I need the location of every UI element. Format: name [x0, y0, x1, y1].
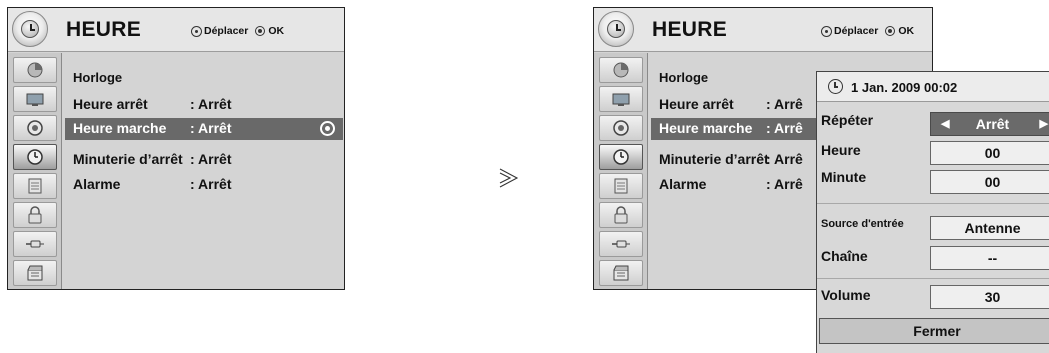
minute-field[interactable]: 00 — [930, 170, 1049, 194]
move-icon — [191, 25, 202, 37]
volume-label: Volume — [821, 287, 871, 303]
current-datetime: 1 Jan. 2009 00:02 — [851, 80, 958, 95]
repeat-selector[interactable]: ◀ Arrêt ▶ — [930, 112, 1049, 136]
arrow-left-icon[interactable]: ◀ — [941, 113, 949, 135]
repeat-value: Arrêt — [975, 116, 1010, 132]
menu-item-minuterie-value: : Arrêt — [190, 151, 232, 167]
menu-item-alarme-value: : Arrê — [766, 176, 803, 192]
menu-item-heure-arret-value: : Arrêt — [190, 96, 232, 112]
menu-item-horloge[interactable]: Horloge — [73, 70, 122, 85]
menu-item-heure-marche-highlight[interactable]: Heure marche : Arrê — [651, 118, 819, 140]
menu-item-heure-arret-value: : Arrê — [766, 96, 803, 112]
hint-move-label: Déplacer — [204, 25, 249, 37]
navigation-hint: Déplacer OK — [821, 25, 914, 37]
volume-field[interactable]: 30 — [930, 285, 1049, 309]
move-icon — [821, 25, 832, 37]
divider — [817, 278, 1049, 279]
selected-radio-icon — [320, 121, 335, 136]
menu-title: HEURE — [66, 18, 142, 41]
sidebar — [8, 53, 62, 289]
sidebar — [594, 53, 648, 289]
channel-field[interactable]: -- — [930, 246, 1049, 270]
media-icon[interactable] — [599, 260, 643, 286]
input-source-label: Source d'entrée — [821, 218, 904, 230]
channel-label: Chaîne — [821, 248, 868, 264]
menu-item-heure-arret[interactable]: Heure arrêt — [73, 96, 148, 112]
menu-item-heure-marche-value: : Arrê — [766, 120, 803, 136]
menu-item-alarme[interactable]: Alarme — [73, 176, 120, 192]
hint-move-label: Déplacer — [834, 25, 879, 37]
menu-item-heure-marche-highlight[interactable]: Heure marche : Arrêt — [65, 118, 343, 140]
audio-icon[interactable] — [13, 115, 57, 141]
menu-title: HEURE — [652, 18, 728, 41]
hour-label: Heure — [821, 142, 861, 158]
menu-header: HEURE Déplacer OK — [594, 8, 932, 52]
lock-icon[interactable] — [599, 202, 643, 228]
menu-item-minuterie-value: : Arrê — [766, 151, 803, 167]
lock-icon[interactable] — [13, 202, 57, 228]
menu-item-heure-arret[interactable]: Heure arrêt — [659, 96, 734, 112]
option-icon[interactable] — [599, 173, 643, 199]
close-button[interactable]: Fermer — [819, 318, 1049, 344]
arrow-right-icon[interactable]: ▶ — [1040, 113, 1048, 135]
time-menu-left: HEURE Déplacer OK Horloge Heure arrêt: … — [7, 7, 345, 290]
audio-icon[interactable] — [599, 115, 643, 141]
input-source-field[interactable]: Antenne — [930, 216, 1049, 240]
menu-item-alarme[interactable]: Alarme — [659, 176, 706, 192]
divider — [817, 203, 1049, 204]
clock-icon — [598, 11, 634, 47]
hint-ok-label: OK — [268, 25, 285, 37]
screen-icon[interactable] — [13, 86, 57, 112]
input-icon[interactable] — [13, 231, 57, 257]
picture-icon[interactable] — [13, 57, 57, 83]
menu-item-heure-marche[interactable]: Heure marche — [73, 120, 166, 136]
transition-arrow-icon — [499, 168, 519, 188]
media-icon[interactable] — [13, 260, 57, 286]
menu-item-heure-marche-value: : Arrêt — [190, 120, 232, 136]
time-icon[interactable] — [599, 144, 643, 170]
time-icon[interactable] — [13, 144, 57, 170]
menu-header: HEURE Déplacer OK — [8, 8, 344, 52]
clock-icon — [828, 79, 843, 94]
ok-icon — [255, 26, 266, 36]
menu-item-horloge[interactable]: Horloge — [659, 70, 708, 85]
menu-item-minuterie[interactable]: Minuterie d’arrêt — [659, 151, 769, 167]
hint-ok-label: OK — [898, 25, 915, 37]
hour-field[interactable]: 00 — [930, 141, 1049, 165]
navigation-hint: Déplacer OK — [191, 25, 284, 37]
clock-icon — [12, 11, 48, 47]
option-icon[interactable] — [13, 173, 57, 199]
ok-icon — [885, 26, 896, 36]
power-on-timer-popup: 1 Jan. 2009 00:02 Répéter ◀ Arrêt ▶ Heur… — [816, 71, 1049, 353]
minute-label: Minute — [821, 169, 867, 185]
menu-item-alarme-value: : Arrêt — [190, 176, 232, 192]
menu-item-minuterie[interactable]: Minuterie d’arrêt — [73, 151, 183, 167]
input-icon[interactable] — [599, 231, 643, 257]
popup-header: 1 Jan. 2009 00:02 — [817, 72, 1049, 102]
picture-icon[interactable] — [599, 57, 643, 83]
screen-icon[interactable] — [599, 86, 643, 112]
menu-item-heure-marche[interactable]: Heure marche — [659, 120, 752, 136]
repeat-label: Répéter — [821, 112, 874, 128]
